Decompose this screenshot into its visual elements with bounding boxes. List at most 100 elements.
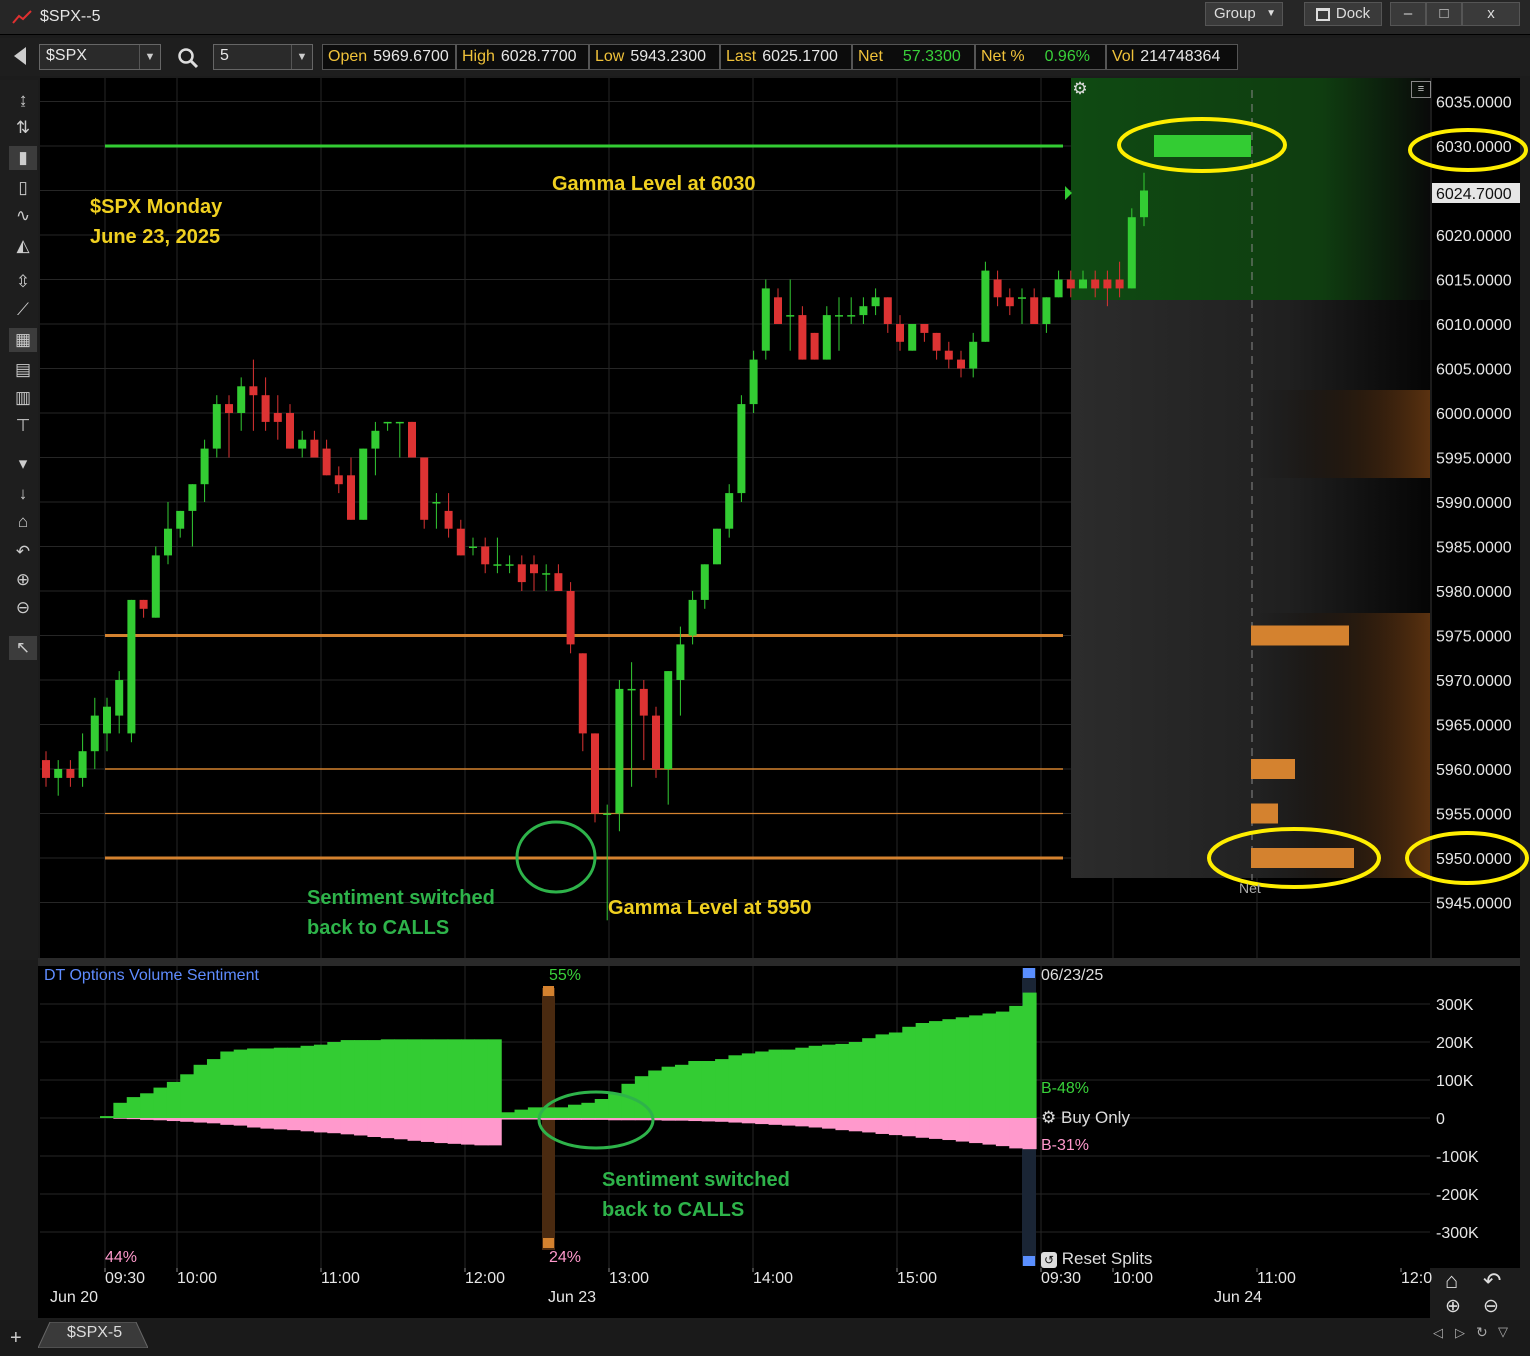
sell-volume-bar: [862, 1118, 877, 1133]
chart-area[interactable]: 6035.00006030.00006025.00006020.00006015…: [0, 0, 1530, 1356]
sell-volume-bar: [394, 1118, 409, 1140]
sentiment-tick-label: 200K: [1436, 1035, 1474, 1052]
buy-volume-bar: [367, 1040, 382, 1118]
sell-volume-bar: [648, 1118, 663, 1121]
sell-volume-bar: [1022, 1118, 1037, 1150]
sell-volume-bar: [915, 1118, 930, 1138]
reset-splits-button[interactable]: ↺ Reset Splits: [1041, 1249, 1152, 1269]
date-label: Jun 23: [548, 1289, 596, 1306]
candle: [1079, 279, 1087, 289]
candle: [713, 528, 721, 565]
sell-volume-bar: [781, 1118, 796, 1126]
buy-volume-bar: [113, 1102, 128, 1118]
gamma-call-bar: [1154, 135, 1251, 157]
price-tick-label: 5980.0000: [1436, 584, 1512, 601]
candle: [566, 591, 575, 645]
price-tick-label: 6035.0000: [1436, 95, 1512, 112]
buy-only-toggle[interactable]: ⚙ Buy Only: [1041, 1108, 1130, 1128]
sell-volume-bar: [955, 1118, 970, 1142]
next-icon[interactable]: ▷: [1455, 1325, 1465, 1341]
zoom-out-icon[interactable]: ⊖: [1483, 1295, 1499, 1318]
candle: [639, 688, 648, 716]
buy-volume-bar: [206, 1059, 221, 1118]
buy-volume-bar: [969, 1015, 984, 1118]
refresh-icon[interactable]: ↻: [1476, 1324, 1488, 1341]
sell-volume-bar: [554, 1118, 569, 1120]
time-tick-label: 10:00: [1113, 1270, 1153, 1287]
buy-volume-bar: [995, 1011, 1010, 1118]
buy-volume-bar: [795, 1047, 810, 1118]
buy-volume-bar: [193, 1064, 208, 1118]
split-handle[interactable]: [1023, 968, 1035, 978]
buy-volume-bar: [394, 1039, 409, 1118]
buy-volume-bar: [768, 1049, 783, 1118]
undo-icon[interactable]: ↶: [1483, 1268, 1501, 1294]
price-tick-label: 6020.0000: [1436, 228, 1512, 245]
sell-volume-bar: [474, 1118, 489, 1146]
candle: [444, 510, 453, 529]
sentiment-annotation-lower: Sentiment switched back to CALLS: [602, 1165, 790, 1225]
sentiment-tick-label: 0: [1436, 1111, 1445, 1128]
home-icon[interactable]: ⌂: [1445, 1268, 1458, 1294]
candle: [615, 688, 624, 814]
sell-volume-bar: [875, 1118, 890, 1134]
candle: [1066, 279, 1075, 289]
candle: [871, 297, 880, 307]
candle: [359, 448, 368, 520]
buy-volume-bar: [942, 1019, 957, 1118]
sell-volume-bar: [447, 1118, 462, 1144]
split-handle[interactable]: [1023, 1256, 1035, 1266]
gamma-bottom-annotation: Gamma Level at 5950: [608, 897, 812, 919]
buy-volume-bar: [247, 1048, 262, 1118]
sell-volume-bar: [354, 1118, 369, 1136]
candle: [78, 751, 87, 778]
buy-volume-bar: [340, 1040, 355, 1118]
candle: [310, 439, 319, 458]
chevron-down-icon[interactable]: ▽: [1498, 1324, 1508, 1340]
candle: [103, 706, 111, 734]
buy-volume-bar: [166, 1081, 181, 1118]
sell-volume-bar: [206, 1118, 221, 1124]
buy-volume-bar: [594, 1099, 609, 1118]
sell-volume-bar: [340, 1118, 355, 1135]
time-tick-label: 09:30: [105, 1270, 145, 1287]
sell-volume-bar: [608, 1118, 623, 1121]
sell-volume-bar: [929, 1118, 943, 1139]
prev-icon[interactable]: ◁: [1433, 1325, 1443, 1341]
candle: [603, 813, 612, 815]
price-tick-label: 5995.0000: [1436, 451, 1512, 468]
gear-icon[interactable]: ⚙: [1070, 79, 1090, 99]
split-handle[interactable]: [543, 1238, 554, 1248]
candle: [517, 564, 526, 583]
sell-volume-bar: [594, 1118, 609, 1120]
sell-volume-bar: [287, 1118, 302, 1131]
price-tick-label: 6015.0000: [1436, 273, 1512, 290]
time-tick-label: 09:30: [1041, 1270, 1081, 1287]
gamma-put-zone: [1257, 390, 1430, 478]
time-tick-label: 11:00: [321, 1270, 360, 1287]
candle: [1054, 279, 1063, 298]
candle: [127, 599, 136, 734]
buy-volume-bar: [554, 1107, 569, 1118]
indicator-title[interactable]: DT Options Volume Sentiment: [44, 967, 259, 985]
sell-volume-bar: [434, 1118, 449, 1144]
tab-label: $SPX-5: [67, 1324, 123, 1341]
candle: [1127, 217, 1136, 289]
menu-icon[interactable]: ≡: [1411, 81, 1431, 98]
buy-volume-bar: [902, 1026, 917, 1118]
price-tick-label: 5975.0000: [1436, 629, 1512, 646]
time-tick-label: 15:00: [897, 1270, 937, 1287]
pane-separator[interactable]: [38, 958, 1520, 966]
add-tab-icon[interactable]: +: [10, 1327, 22, 1350]
sell-volume-bar: [621, 1118, 636, 1121]
zoom-in-icon[interactable]: ⊕: [1445, 1295, 1461, 1318]
sell-volume-bar: [701, 1118, 716, 1122]
buy-volume-bar: [982, 1013, 997, 1118]
price-tick-label: 6010.0000: [1436, 317, 1512, 334]
buy-volume-bar: [568, 1104, 582, 1118]
buy-volume-bar: [835, 1043, 850, 1118]
split-handle[interactable]: [543, 986, 554, 996]
sell-volume-bar: [260, 1118, 275, 1129]
sell-volume-bar: [300, 1118, 315, 1132]
candle: [1115, 279, 1124, 289]
